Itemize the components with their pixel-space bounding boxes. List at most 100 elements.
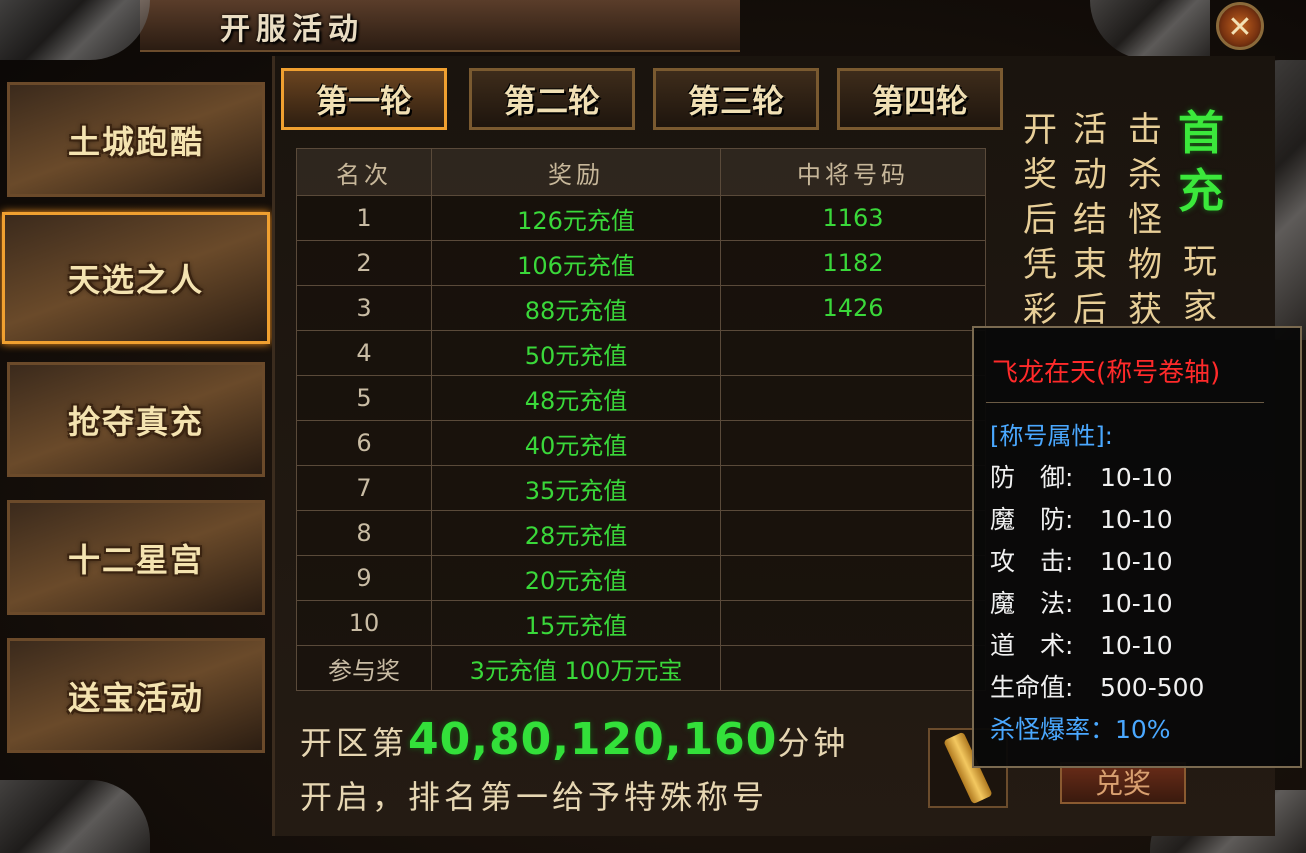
table-row: 10 15元充值: [296, 600, 986, 646]
sidebar-item-label: 十二星宫: [67, 540, 204, 579]
rank-cell: 2: [296, 240, 432, 286]
stat-row-defense: 防 御: 10-10: [990, 458, 1173, 494]
rank-cell: 4: [296, 330, 432, 376]
header-reward: 奖励: [431, 148, 721, 196]
reward-cell: 48元充值: [431, 375, 721, 421]
rank-cell: 7: [296, 465, 432, 511]
tooltip-kill-drop-rate: 杀怪爆率：10%: [990, 715, 1171, 744]
reward-cell: 3元充值 100万元宝: [431, 645, 721, 691]
rank-cell: 3: [296, 285, 432, 331]
rule-text-column-2: 活动结束后: [1073, 110, 1107, 330]
stat-value: 10-10: [1100, 463, 1173, 492]
dragon-ornament-top-left: [0, 0, 150, 60]
ranking-table: 名次 奖励 中将号码 1 126元充值 1163 2 106元充值 1182 3 88元充…: [296, 148, 986, 691]
stat-row-taoism: 道 术: 10-10: [990, 626, 1173, 662]
stat-label: 攻 击:: [990, 547, 1074, 576]
schedule-line-1: 开区第40,80,120,160分钟: [300, 714, 849, 765]
sidebar-item-tucheng-parkour[interactable]: 土城跑酷: [7, 82, 265, 197]
table-row: 8 28元充值: [296, 510, 986, 556]
tab-round-1[interactable]: 第一轮: [281, 68, 447, 130]
stat-label: 道 术:: [990, 631, 1074, 660]
rule-text-column-3: 击杀怪物获: [1128, 110, 1162, 330]
sidebar-item-label: 土城跑酷: [67, 122, 204, 161]
table-header-row: 名次 奖励 中将号码: [296, 148, 986, 196]
sidebar-item-label: 天选之人: [67, 261, 204, 299]
rank-cell: 9: [296, 555, 432, 601]
stat-value: 500-500: [1100, 673, 1205, 702]
tab-label: 第二轮: [503, 82, 600, 120]
rank-cell: 8: [296, 510, 432, 556]
winning-number-cell: 1182: [720, 240, 986, 286]
sidebar-item-label: 送宝活动: [67, 678, 204, 717]
item-tooltip: 飞龙在天(称号卷轴) [称号属性]: 防 御: 10-10 魔 防: 10-10 攻…: [972, 326, 1302, 768]
dragon-ornament-top-right: [1090, 0, 1210, 60]
stat-row-attack: 攻 击: 10-10: [990, 542, 1173, 578]
table-row: 5 48元充值: [296, 375, 986, 421]
winning-number-cell: [720, 330, 986, 376]
stat-row-magic-defense: 魔 防: 10-10: [990, 500, 1173, 536]
tab-label: 第四轮: [871, 82, 968, 120]
winning-number-cell: [720, 600, 986, 646]
rank-cell: 1: [296, 195, 432, 241]
header-winning-number: 中将号码: [720, 148, 986, 196]
reward-cell: 88元充值: [431, 285, 721, 331]
reward-cell: 40元充值: [431, 420, 721, 466]
rank-cell: 参与奖: [296, 645, 432, 691]
winning-number-cell: [720, 510, 986, 556]
sidebar-item-chosen-one[interactable]: 天选之人: [2, 212, 270, 344]
rank-cell: 5: [296, 375, 432, 421]
tab-round-4[interactable]: 第四轮: [837, 68, 1003, 130]
rule-text-column-1: 开奖后凭彩: [1023, 110, 1057, 330]
rank-cell: 10: [296, 600, 432, 646]
sidebar-item-twelve-zodiac[interactable]: 十二星宫: [7, 500, 265, 615]
rank-cell: 6: [296, 420, 432, 466]
schedule-minutes: 40,80,120,160: [408, 714, 778, 765]
close-button[interactable]: ✕: [1216, 2, 1264, 50]
table-row: 4 50元充值: [296, 330, 986, 376]
activity-window: 开服活动 ✕ 土城跑酷 天选之人 抢夺真充 十二星宫 送宝活动 第一轮 第二轮 …: [0, 0, 1306, 853]
reward-cell: 28元充值: [431, 510, 721, 556]
winning-number-cell: [720, 465, 986, 511]
reward-cell: 20元充值: [431, 555, 721, 601]
schedule-suffix: 分钟: [777, 724, 850, 762]
sidebar-item-grab-recharge[interactable]: 抢夺真充: [7, 362, 265, 477]
tab-label: 第一轮: [315, 82, 412, 120]
winning-number-cell: [720, 645, 986, 691]
stat-label: 魔 防:: [990, 505, 1074, 534]
reward-cell: 50元充值: [431, 330, 721, 376]
reward-cell: 126元充值: [431, 195, 721, 241]
schedule-line-2: 开启，排名第一给予特殊称号: [300, 778, 769, 816]
table-row: 9 20元充值: [296, 555, 986, 601]
schedule-prefix: 开区第: [300, 724, 409, 762]
tooltip-section-heading: [称号属性]:: [990, 422, 1113, 450]
tooltip-divider: [986, 402, 1264, 403]
stat-value: 10-10: [1100, 631, 1173, 660]
winning-number-cell: [720, 375, 986, 421]
table-row: 7 35元充值: [296, 465, 986, 511]
sidebar-item-label: 抢夺真充: [67, 402, 204, 441]
table-row: 3 88元充值 1426: [296, 285, 986, 331]
winning-number-cell: [720, 555, 986, 601]
sidebar-item-treasure-event[interactable]: 送宝活动: [7, 638, 265, 753]
winning-number-cell: [720, 420, 986, 466]
stat-row-magic: 魔 法: 10-10: [990, 584, 1173, 620]
rule-text-column-4: 玩家: [1183, 242, 1217, 327]
reward-cell: 35元充值: [431, 465, 721, 511]
stat-row-hp: 生命值: 500-500: [990, 668, 1204, 704]
tab-label: 第三轮: [687, 82, 784, 120]
table-row: 1 126元充值 1163: [296, 195, 986, 241]
stat-value: 10-10: [1100, 589, 1173, 618]
winning-number-cell: 1163: [720, 195, 986, 241]
table-row: 6 40元充值: [296, 420, 986, 466]
header-rank: 名次: [296, 148, 432, 196]
tab-round-3[interactable]: 第三轮: [653, 68, 819, 130]
reward-cell: 15元充值: [431, 600, 721, 646]
stat-label: 魔 法:: [990, 589, 1074, 618]
activity-sidebar: 土城跑酷 天选之人 抢夺真充 十二星宫 送宝活动: [0, 70, 272, 840]
stat-label: 防 御:: [990, 463, 1074, 492]
claim-prize-button[interactable]: 兑奖: [1060, 762, 1186, 804]
winning-number-cell: 1426: [720, 285, 986, 331]
tab-round-2[interactable]: 第二轮: [469, 68, 635, 130]
first-recharge-label: 首充: [1178, 106, 1224, 218]
table-row: 参与奖 3元充值 100万元宝: [296, 645, 986, 691]
